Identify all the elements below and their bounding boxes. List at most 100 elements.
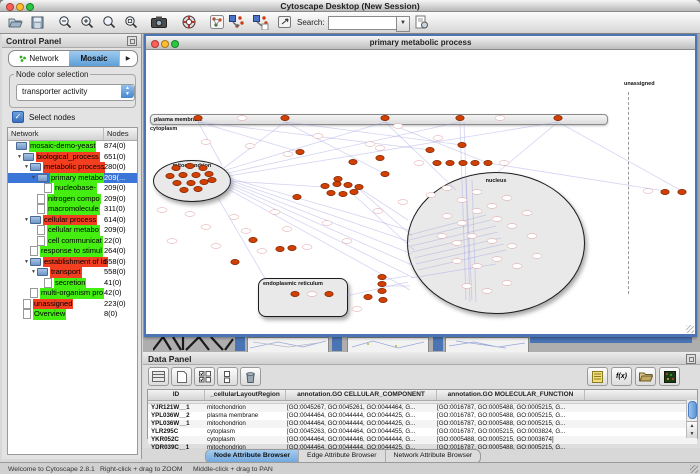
network-node-selected[interactable]	[484, 160, 492, 165]
network-node[interactable]	[507, 224, 517, 229]
network-node[interactable]	[512, 264, 522, 269]
network-node[interactable]	[307, 292, 317, 297]
network-node[interactable]	[495, 116, 505, 121]
table-row[interactable]: YLR295Ccytoplasm[GO:0045263, GO:0044464,…	[148, 428, 697, 436]
network-node[interactable]	[472, 209, 482, 214]
network-node-selected[interactable]	[186, 163, 194, 168]
network-node[interactable]	[522, 211, 532, 216]
tree-row[interactable]: secretion41(0)	[8, 278, 137, 289]
network-node[interactable]	[442, 214, 452, 219]
network-node-selected[interactable]	[327, 190, 335, 195]
network-node[interactable]	[433, 136, 443, 141]
network-node-selected[interactable]	[355, 184, 363, 189]
network-node[interactable]	[414, 161, 424, 166]
save-icon[interactable]	[28, 13, 46, 31]
network-node[interactable]	[492, 257, 502, 262]
tree-row[interactable]: response to stimul264(0)	[8, 246, 137, 257]
network-node-selected[interactable]	[276, 246, 284, 251]
tree-row[interactable]: ▼metabolic process280(0)	[8, 162, 137, 173]
network-node-selected[interactable]	[325, 291, 333, 296]
network-node[interactable]	[398, 200, 408, 205]
network-node[interactable]	[185, 212, 195, 217]
network-node-selected[interactable]	[471, 160, 479, 165]
scrollbar-thumb[interactable]	[688, 401, 697, 419]
tree-row[interactable]: nucleobase-209(0)	[8, 183, 137, 194]
network-node-selected[interactable]	[381, 171, 389, 176]
function-builder-icon[interactable]: f(x)	[611, 367, 632, 386]
scrollbar-arrows[interactable]: ▲▼	[687, 421, 697, 438]
network-node-selected[interactable]	[459, 160, 467, 165]
network-node[interactable]	[467, 234, 477, 239]
network-node-selected[interactable]	[192, 172, 200, 177]
network-node[interactable]	[482, 289, 492, 294]
network-node-selected[interactable]	[293, 194, 301, 199]
node-color-dropdown[interactable]: transporter activity ▲▼	[16, 84, 135, 101]
network-node-selected[interactable]	[194, 115, 202, 120]
select-attributes-icon[interactable]	[194, 367, 215, 386]
network-node[interactable]	[472, 264, 482, 269]
network-node-selected[interactable]	[333, 181, 341, 186]
network-node-selected[interactable]	[187, 180, 195, 185]
network-node[interactable]	[502, 281, 512, 286]
network-node-selected[interactable]	[321, 183, 329, 188]
tree-row[interactable]: Overview8(0)	[8, 309, 137, 320]
window-resize-grip[interactable]	[686, 325, 694, 333]
table-scrollbar[interactable]: ▲▼	[686, 400, 697, 438]
network-node-selected[interactable]	[180, 187, 188, 192]
network-node[interactable]	[507, 244, 517, 249]
network-node[interactable]	[426, 193, 436, 198]
network-node[interactable]	[302, 245, 312, 250]
unselect-attributes-icon[interactable]	[217, 367, 238, 386]
tab-network[interactable]: Network	[9, 51, 69, 66]
network-node-selected[interactable]	[349, 159, 357, 164]
tree-row[interactable]: nitrogen compo209(0)	[8, 194, 137, 205]
network-node-selected[interactable]	[433, 160, 441, 165]
network-node[interactable]	[487, 204, 497, 209]
network-node-selected[interactable]	[376, 155, 384, 160]
tree-row[interactable]: cell communicat22(0)	[8, 236, 137, 247]
create-view-icon[interactable]	[276, 13, 294, 31]
network-node[interactable]	[342, 239, 352, 244]
network-node-selected[interactable]	[173, 180, 181, 185]
network-node[interactable]	[643, 189, 653, 194]
tree-row[interactable]: ▼establishment of lo558(0)	[8, 257, 137, 268]
network-node-selected[interactable]	[288, 245, 296, 250]
network-node[interactable]	[452, 241, 462, 246]
network-node-selected[interactable]	[350, 189, 358, 194]
network-node[interactable]	[201, 140, 211, 145]
network-node-selected[interactable]	[339, 191, 347, 196]
network-node[interactable]	[201, 225, 211, 230]
zoom-in-icon[interactable]	[78, 13, 96, 31]
tree-row[interactable]: multi-organism pro42(0)	[8, 288, 137, 299]
import-attributes-icon[interactable]	[635, 367, 656, 386]
zoom-fit-icon[interactable]	[122, 13, 140, 31]
help-ring-icon[interactable]	[180, 13, 198, 31]
network-node-selected[interactable]	[661, 189, 669, 194]
network-icon[interactable]	[208, 13, 226, 31]
network-node[interactable]	[270, 210, 280, 215]
network-node-selected[interactable]	[344, 182, 352, 187]
network-node[interactable]	[502, 196, 512, 201]
network-node-selected[interactable]	[179, 172, 187, 177]
network-node-selected[interactable]	[456, 115, 464, 120]
search-input[interactable]	[328, 16, 400, 30]
network-node[interactable]	[282, 227, 292, 232]
network-node-selected[interactable]	[554, 115, 562, 120]
select-nodes-checkbox[interactable]: ✓	[12, 111, 24, 123]
network-node[interactable]	[457, 221, 467, 226]
column-header-cellular-component[interactable]: annotation.GO CELLULAR_COMPONENT	[286, 390, 437, 400]
snapshot-icon[interactable]	[150, 13, 168, 31]
search-dropdown-arrow[interactable]: ▼	[396, 16, 410, 32]
table-row[interactable]: YPL036W__1mitochondrion[GO:0044464, GO:0…	[148, 420, 697, 428]
network-node[interactable]	[365, 142, 375, 147]
column-header-region[interactable]: _cellularLayoutRegion	[205, 390, 286, 400]
network-node-selected[interactable]	[378, 274, 386, 279]
vizmapper-icon[interactable]	[228, 13, 246, 31]
tree-row[interactable]: ▼cellular process614(0)	[8, 215, 137, 226]
network-node[interactable]	[245, 144, 255, 149]
network-node[interactable]	[257, 249, 267, 254]
network-node[interactable]	[437, 234, 447, 239]
network-node[interactable]	[313, 134, 323, 139]
network-node-selected[interactable]	[200, 179, 208, 184]
network-node-selected[interactable]	[446, 160, 454, 165]
